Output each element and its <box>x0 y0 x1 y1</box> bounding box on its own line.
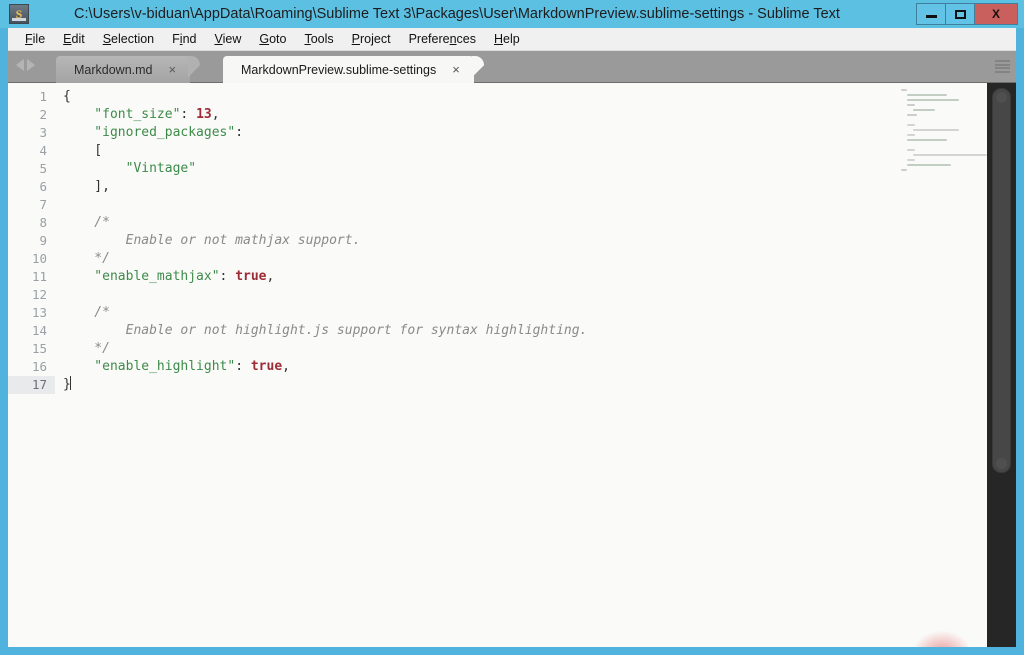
tab-markdown-md[interactable]: Markdown.md × <box>56 56 201 83</box>
code-line-14: Enable or not highlight.js support for s… <box>63 323 588 338</box>
maximize-button[interactable] <box>945 3 975 25</box>
line-number-gutter: 1 2 3 4 5 6 7 8 9 10 11 12 13 14 15 16 1… <box>8 83 55 647</box>
line-number: 14 <box>31 323 47 338</box>
line-number: 10 <box>31 251 47 266</box>
line-number: 4 <box>39 143 47 158</box>
code-line-10: */ <box>63 251 110 266</box>
line-number: 2 <box>39 107 47 122</box>
menu-item-file[interactable]: File <box>16 30 54 48</box>
code-line-13: /* <box>63 305 110 320</box>
window-title: C:\Users\v-biduan\AppData\Roaming\Sublim… <box>74 6 840 22</box>
vertical-scrollbar-thumb[interactable] <box>992 88 1011 473</box>
minimize-button[interactable] <box>916 3 946 25</box>
window-controls: X <box>916 3 1018 25</box>
tab-markdownpreview-sublime-settings[interactable]: MarkdownPreview.sublime-settings × <box>223 56 484 83</box>
tab-nav-arrows <box>16 59 35 71</box>
code-line-15: */ <box>63 341 110 356</box>
menu-item-preferences[interactable]: Preferences <box>400 30 485 48</box>
menu-item-edit[interactable]: Edit <box>54 30 94 48</box>
line-number: 13 <box>31 305 47 320</box>
chevron-left-icon[interactable] <box>16 59 24 71</box>
code-line-6: ], <box>63 179 110 194</box>
code-line-8: /* <box>63 215 110 230</box>
menu-item-project[interactable]: Project <box>343 30 400 48</box>
code-line-9: Enable or not mathjax support. <box>63 233 361 248</box>
line-number-active: 17 <box>8 376 55 394</box>
scrollbar-grip-top <box>996 92 1007 103</box>
chevron-right-icon[interactable] <box>27 59 35 71</box>
code-line-17: } <box>63 376 71 392</box>
code-line-1: { <box>63 89 71 104</box>
editor-area[interactable]: 1 2 3 4 5 6 7 8 9 10 11 12 13 14 15 16 1… <box>8 83 1016 647</box>
tab-label: MarkdownPreview.sublime-settings <box>241 62 437 77</box>
title-bar[interactable]: S C:\Users\v-biduan\AppData\Roaming\Subl… <box>0 0 1024 28</box>
sublime-text-window: S C:\Users\v-biduan\AppData\Roaming\Subl… <box>0 0 1024 655</box>
menu-item-find[interactable]: Find <box>163 30 205 48</box>
minimize-icon <box>925 15 937 18</box>
menu-item-selection[interactable]: Selection <box>94 30 163 48</box>
scrollbar-grip-bottom <box>996 458 1007 469</box>
line-number: 9 <box>39 233 47 248</box>
line-number: 7 <box>39 197 47 212</box>
hamburger-menu-icon[interactable] <box>995 60 1010 73</box>
menu-item-view[interactable]: View <box>205 30 250 48</box>
line-number: 16 <box>31 359 47 374</box>
vertical-scrollbar-track[interactable] <box>987 83 1016 647</box>
code-minimap[interactable] <box>897 83 987 647</box>
line-number: 8 <box>39 215 47 230</box>
code-line-11: "enable_mathjax": true, <box>63 269 275 284</box>
tab-close-icon[interactable]: × <box>452 63 460 76</box>
line-number: 1 <box>39 89 47 104</box>
code-line-3: "ignored_packages": <box>63 125 244 140</box>
menu-item-help[interactable]: Help <box>485 30 529 48</box>
close-button[interactable]: X <box>974 3 1018 25</box>
minimap-row <box>897 167 987 172</box>
line-number: 11 <box>31 269 47 284</box>
tab-label: Markdown.md <box>74 62 153 77</box>
menu-item-tools[interactable]: Tools <box>295 30 342 48</box>
tab-bar: Markdown.md × MarkdownPreview.sublime-se… <box>8 51 1016 83</box>
menu-bar: File Edit Selection Find View Goto Tools… <box>8 28 1016 51</box>
line-number: 5 <box>39 161 47 176</box>
window-frame-bottom <box>0 647 1024 655</box>
code-line-4: [ <box>63 143 103 158</box>
text-cursor <box>69 376 71 390</box>
maximize-icon <box>954 9 966 19</box>
code-line-5: "Vintage" <box>63 161 197 176</box>
code-line-2: "font_size": 13, <box>63 107 220 122</box>
line-number: 6 <box>39 179 47 194</box>
line-number: 3 <box>39 125 47 140</box>
menu-item-goto[interactable]: Goto <box>250 30 295 48</box>
code-content[interactable]: { "font_size": 13, "ignored_packages": [… <box>63 83 903 647</box>
code-line-16: "enable_highlight": true, <box>63 359 290 374</box>
line-number: 15 <box>31 341 47 356</box>
line-number: 12 <box>31 287 47 302</box>
tab-close-icon[interactable]: × <box>169 63 177 76</box>
